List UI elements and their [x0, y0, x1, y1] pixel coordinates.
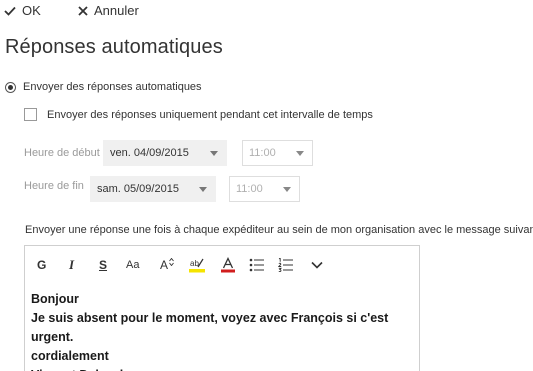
- command-bar: OK Annuler: [0, 0, 533, 24]
- message-editor[interactable]: G I S Aa A ab Bonjour Je suis absent pou…: [24, 245, 420, 371]
- checkmark-icon: [4, 6, 16, 16]
- time-range-label: Envoyer des réponses uniquement pendant …: [47, 108, 373, 121]
- font-color-icon: [221, 257, 235, 273]
- internal-message-label: Envoyer une réponse une fois à chaque ex…: [25, 224, 533, 236]
- start-date-value: ven. 04/09/2015: [110, 147, 189, 159]
- grow-font-label: A: [160, 258, 169, 272]
- grow-arrows-icon: [169, 258, 174, 266]
- message-line: cordialement: [31, 349, 109, 363]
- numbering-icon: [278, 258, 293, 272]
- page-title: Réponses automatiques: [5, 36, 223, 58]
- start-time-value: 11:00: [249, 147, 276, 159]
- end-time-value: 11:00: [236, 183, 263, 195]
- end-date-value: sam. 05/09/2015: [97, 183, 179, 195]
- cancel-label: Annuler: [94, 3, 139, 18]
- chevron-down-icon: [199, 187, 207, 192]
- more-options-button[interactable]: [310, 257, 324, 273]
- start-time-label: Heure de début: [24, 147, 100, 159]
- cancel-button[interactable]: Annuler: [78, 3, 139, 18]
- bullets-icon: [249, 258, 264, 272]
- ok-button[interactable]: OK: [4, 3, 41, 18]
- chevron-down-icon: [296, 151, 304, 156]
- message-line: Bonjour: [31, 292, 79, 306]
- message-line: Vincent Delaval: [31, 366, 411, 371]
- time-range-option[interactable]: Envoyer des réponses uniquement pendant …: [24, 108, 373, 121]
- start-time-select[interactable]: 11:00: [242, 140, 313, 166]
- ok-label: OK: [22, 3, 41, 18]
- bullets-button[interactable]: [249, 257, 265, 273]
- font-size-button[interactable]: Aa: [126, 257, 139, 273]
- bold-button[interactable]: G: [37, 257, 46, 273]
- underline-button[interactable]: S: [99, 257, 107, 273]
- end-time-label: Heure de fin: [24, 180, 84, 192]
- message-line: Je suis absent pour le moment, voyez ave…: [31, 311, 389, 325]
- highlight-icon: ab: [189, 258, 205, 273]
- chevron-down-icon: [210, 151, 218, 156]
- chevron-down-icon: [283, 187, 291, 192]
- font-color-button[interactable]: [220, 257, 236, 273]
- message-line: urgent.: [31, 330, 74, 344]
- end-time-select[interactable]: 11:00: [229, 176, 300, 202]
- message-body[interactable]: Bonjour Je suis absent pour le moment, vo…: [31, 290, 411, 371]
- italic-button[interactable]: I: [69, 257, 74, 273]
- send-auto-replies-label: Envoyer des réponses automatiques: [23, 81, 202, 93]
- chevron-down-icon: [311, 261, 323, 269]
- send-auto-replies-option[interactable]: Envoyer des réponses automatiques: [5, 81, 202, 93]
- end-date-select[interactable]: sam. 05/09/2015: [90, 176, 216, 202]
- highlight-button[interactable]: ab: [188, 257, 206, 273]
- close-icon: [78, 5, 88, 16]
- numbering-button[interactable]: [278, 257, 294, 273]
- grow-font-button[interactable]: A: [160, 257, 174, 273]
- time-range-checkbox[interactable]: [24, 108, 37, 121]
- send-auto-replies-radio[interactable]: [5, 81, 16, 93]
- start-date-select[interactable]: ven. 04/09/2015: [103, 140, 227, 166]
- format-toolbar: G I S Aa A ab: [25, 246, 419, 284]
